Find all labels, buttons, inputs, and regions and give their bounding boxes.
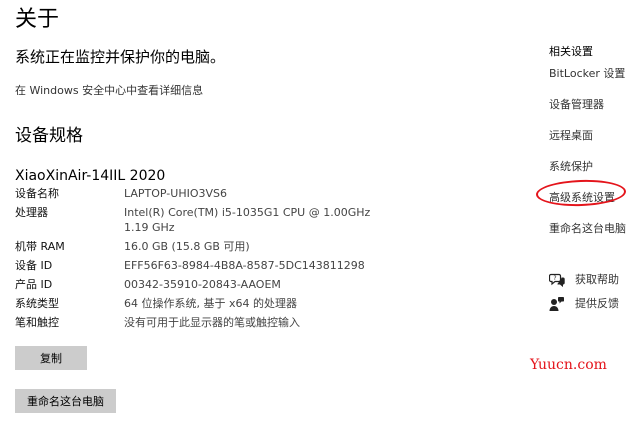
rename-pc-link[interactable]: 重命名这台电脑 <box>549 221 626 237</box>
device-model-name: XiaoXinAir-14IIL 2020 <box>15 168 166 184</box>
spec-value: 64 位操作系统, 基于 x64 的处理器 <box>124 297 297 310</box>
copy-button[interactable]: 复制 <box>15 346 87 370</box>
spec-key: 处理器 <box>15 206 48 219</box>
spec-key: 设备 ID <box>15 259 53 272</box>
spec-value: LAPTOP-UHIO3VS6 <box>124 187 228 200</box>
spec-value: 没有可用于此显示器的笔或触控输入 <box>124 316 300 329</box>
spec-key: 系统类型 <box>15 297 59 310</box>
specs-table: 设备名称 LAPTOP-UHIO3VS6 处理器 Intel(R) Core(T… <box>15 185 375 333</box>
spec-row-device-id: 设备 ID EFF56F63-8984-4B8A-8587-5DC1438112… <box>15 257 375 276</box>
spec-value: Intel(R) Core(TM) i5-1035G1 CPU @ 1.00GH… <box>124 206 371 234</box>
get-help-label: 获取帮助 <box>575 273 619 286</box>
spec-row-processor: 处理器 Intel(R) Core(TM) i5-1035G1 CPU @ 1.… <box>15 204 375 238</box>
security-center-link[interactable]: 在 Windows 安全中心中查看详细信息 <box>15 83 203 99</box>
get-help-link[interactable]: ? 获取帮助 <box>549 272 619 288</box>
device-specs-heading: 设备规格 <box>15 126 83 146</box>
spec-key: 笔和触控 <box>15 316 59 329</box>
give-feedback-link[interactable]: 提供反馈 <box>549 296 619 312</box>
device-manager-link[interactable]: 设备管理器 <box>549 97 604 113</box>
spec-row-pen-touch: 笔和触控 没有可用于此显示器的笔或触控输入 <box>15 314 375 333</box>
related-settings-panel: 相关设置 <box>549 44 644 60</box>
spec-key: 产品 ID <box>15 278 53 291</box>
spec-value: 00342-35910-20843-AAOEM <box>124 278 281 291</box>
spec-value: EFF56F63-8984-4B8A-8587-5DC143811298 <box>124 259 365 272</box>
related-settings-title: 相关设置 <box>549 45 593 58</box>
spec-row-ram: 机带 RAM 16.0 GB (15.8 GB 可用) <box>15 238 375 257</box>
svg-text:?: ? <box>553 275 556 282</box>
protection-status-heading: 系统正在监控并保护你的电脑。 <box>15 48 226 66</box>
spec-row-product-id: 产品 ID 00342-35910-20843-AAOEM <box>15 276 375 295</box>
spec-key: 机带 RAM <box>15 240 65 253</box>
spec-row-device-name: 设备名称 LAPTOP-UHIO3VS6 <box>15 185 375 204</box>
help-chat-icon: ? <box>549 272 569 288</box>
rename-pc-button[interactable]: 重命名这台电脑 <box>15 389 116 413</box>
give-feedback-label: 提供反馈 <box>575 297 619 310</box>
bitlocker-settings-link[interactable]: BitLocker 设置 <box>549 66 625 82</box>
system-protection-link[interactable]: 系统保护 <box>549 159 593 175</box>
spec-key: 设备名称 <box>15 187 59 200</box>
site-watermark: Yuucn.com <box>530 357 607 373</box>
spec-value: 16.0 GB (15.8 GB 可用) <box>124 240 250 253</box>
feedback-person-icon <box>549 296 569 312</box>
spec-row-system-type: 系统类型 64 位操作系统, 基于 x64 的处理器 <box>15 295 375 314</box>
remote-desktop-link[interactable]: 远程桌面 <box>549 128 593 144</box>
page-title: 关于 <box>15 7 60 32</box>
